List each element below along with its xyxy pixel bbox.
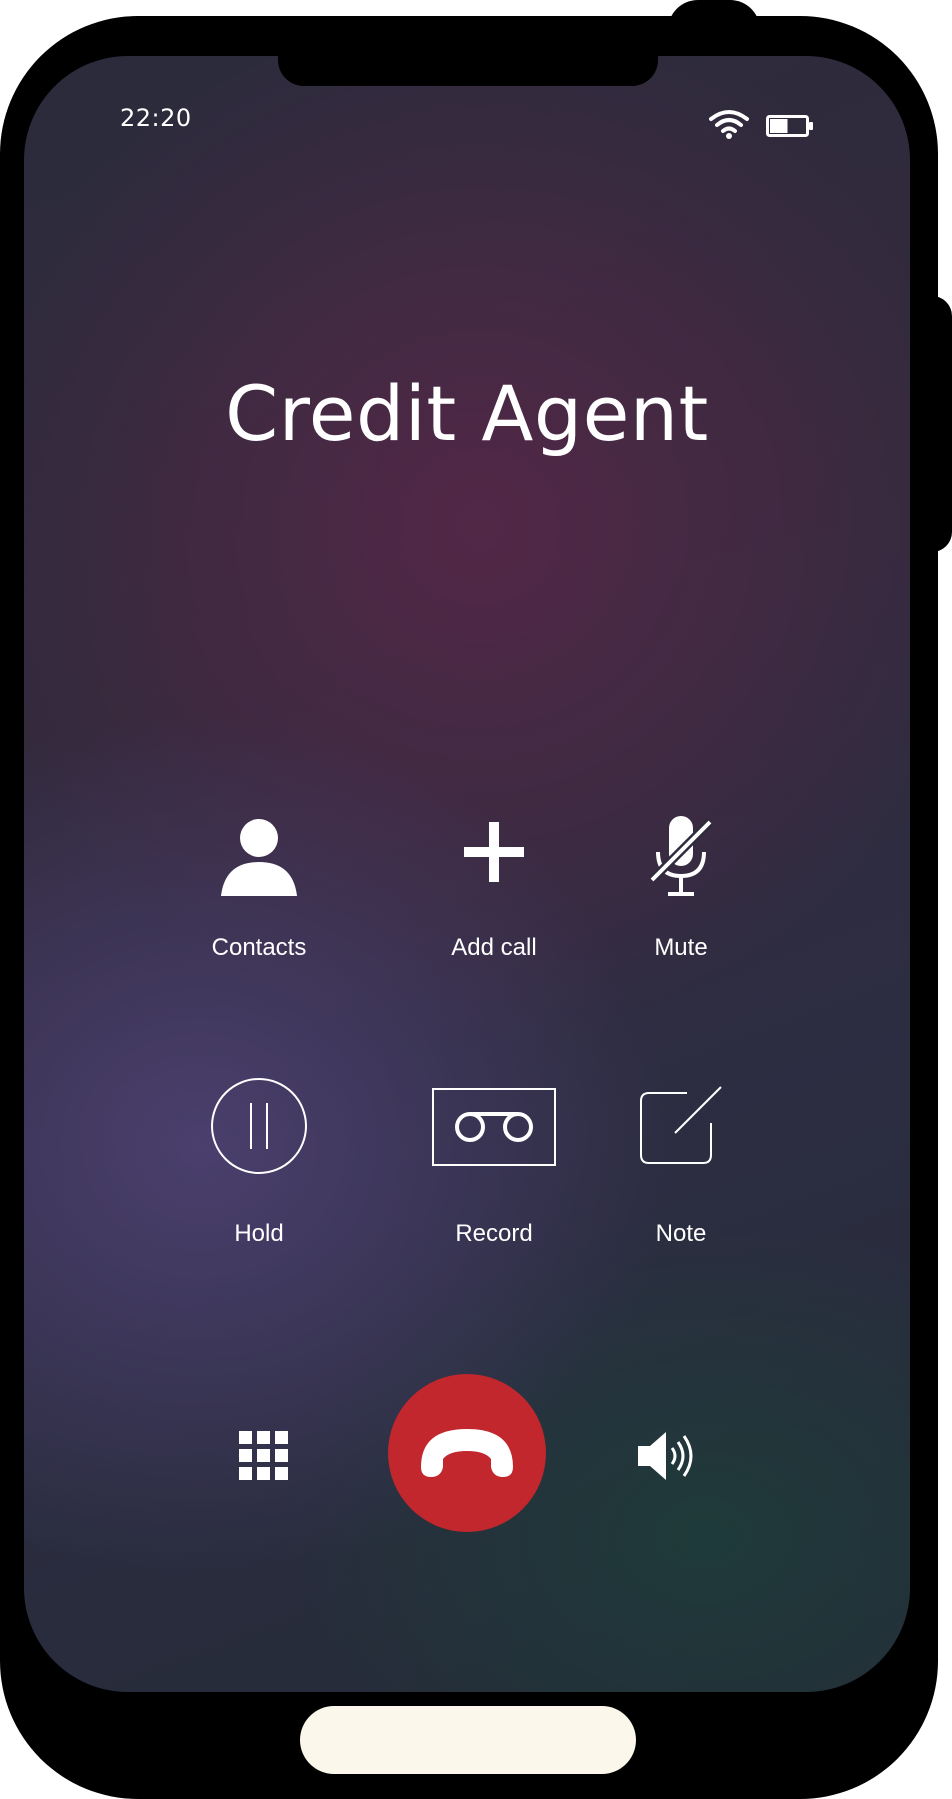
speaker-button[interactable] (636, 1426, 698, 1486)
add-call-button[interactable]: Add call (394, 806, 594, 1006)
status-time: 22:20 (120, 104, 192, 132)
notch (278, 56, 658, 86)
tape-icon (432, 1088, 556, 1166)
wifi-icon (709, 110, 749, 139)
plus-icon (464, 822, 524, 882)
add-call-label: Add call (451, 934, 537, 961)
contacts-button[interactable]: Contacts (159, 806, 359, 1006)
speaker-icon (638, 1432, 693, 1480)
end-call-button[interactable] (388, 1374, 546, 1532)
person-icon (221, 819, 297, 896)
call-screen: 22:20 Credit Agent Contacts Add call Mut… (24, 56, 910, 1692)
record-label: Record (455, 1220, 533, 1247)
pause-icon (211, 1078, 307, 1174)
phone-body: 22:20 Credit Agent Contacts Add call Mut… (0, 16, 938, 1799)
mute-button[interactable]: Mute (581, 806, 781, 1006)
edit-note-icon (640, 1086, 722, 1164)
note-label: Note (655, 1220, 707, 1247)
contacts-label: Contacts (211, 934, 307, 961)
keypad-icon (239, 1431, 288, 1480)
battery-icon (766, 115, 813, 137)
contact-name: Credit Agent (225, 369, 709, 458)
keypad-button[interactable] (236, 1428, 292, 1484)
mute-label: Mute (654, 934, 708, 961)
hold-button[interactable]: Hold (159, 1076, 359, 1276)
note-button[interactable]: Note (581, 1076, 781, 1276)
phone-hangup-icon (421, 1429, 513, 1477)
hold-label: Hold (234, 1220, 284, 1247)
microphone-muted-icon (648, 816, 714, 896)
home-indicator[interactable] (300, 1706, 636, 1774)
record-button[interactable]: Record (394, 1076, 594, 1276)
